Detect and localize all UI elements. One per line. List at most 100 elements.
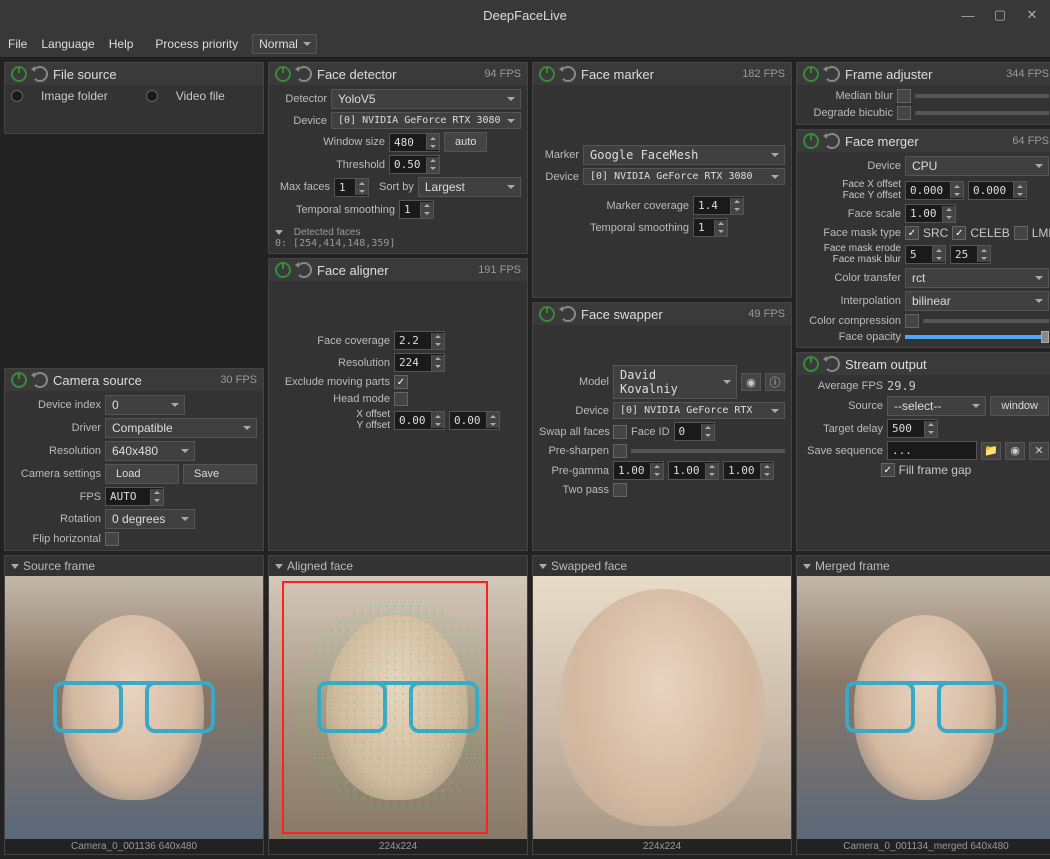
folder-icon[interactable]: 📁	[981, 442, 1001, 460]
gamma3-spinner[interactable]	[723, 461, 774, 480]
presharpen-slider[interactable]	[631, 449, 785, 453]
power-icon[interactable]	[803, 356, 819, 372]
scale-spinner[interactable]	[905, 204, 956, 223]
reset-icon[interactable]	[32, 372, 48, 388]
swapall-checkbox[interactable]	[613, 425, 627, 439]
swapper-device-dropdown[interactable]: [0] NVIDIA GeForce RTX	[613, 402, 785, 419]
fillgap-checkbox[interactable]	[881, 463, 895, 477]
power-icon[interactable]	[11, 372, 27, 388]
lmrks-checkbox[interactable]	[1014, 226, 1028, 240]
aligned-face-header[interactable]: Aligned face	[269, 556, 527, 576]
delay-spinner[interactable]	[887, 419, 938, 438]
menu-file[interactable]: File	[8, 37, 27, 51]
power-icon[interactable]	[275, 262, 291, 278]
src-checkbox[interactable]	[905, 226, 919, 240]
camera-source-title: Camera source	[53, 373, 215, 388]
erode-spinner[interactable]	[905, 245, 946, 264]
opacity-slider[interactable]	[905, 335, 1049, 339]
celeb-checkbox[interactable]	[952, 226, 966, 240]
marker-coverage-spinner[interactable]	[693, 196, 744, 215]
power-icon[interactable]	[275, 66, 291, 82]
exclude-checkbox[interactable]	[394, 375, 408, 389]
blur-spinner[interactable]	[950, 245, 991, 264]
driver-dropdown[interactable]: Compatible	[105, 418, 257, 438]
menu-language[interactable]: Language	[41, 37, 94, 51]
xoff-spinner[interactable]	[394, 411, 445, 430]
menu-help[interactable]: Help	[109, 37, 134, 51]
merger-yoff-spinner[interactable]	[968, 181, 1027, 200]
merger-device-dropdown[interactable]: CPU	[905, 156, 1049, 176]
swapped-face-header[interactable]: Swapped face	[533, 556, 791, 576]
rotation-dropdown[interactable]: 0 degrees	[105, 509, 195, 529]
power-icon[interactable]	[539, 306, 555, 322]
head-checkbox[interactable]	[394, 392, 408, 406]
marker-device-dropdown[interactable]: [0] NVIDIA GeForce RTX 3080	[583, 168, 785, 185]
stream-source-dropdown[interactable]: --select--	[887, 396, 986, 416]
compress-slider[interactable]	[923, 319, 1049, 323]
priority-dropdown[interactable]: Normal	[252, 34, 317, 54]
reset-icon[interactable]	[824, 133, 840, 149]
model-dropdown[interactable]: David Kovalniy	[613, 365, 737, 399]
close-icon[interactable]: ✕	[1029, 442, 1049, 460]
flip-checkbox[interactable]	[105, 532, 119, 546]
detector-dropdown[interactable]: YoloV5	[331, 89, 521, 109]
minimize-icon[interactable]: —	[958, 5, 978, 25]
eye-icon[interactable]: ◉	[741, 373, 761, 391]
source-frame-header[interactable]: Source frame	[5, 556, 263, 576]
degrade-slider[interactable]	[915, 111, 1049, 115]
reset-icon[interactable]	[824, 66, 840, 82]
coverage-spinner[interactable]	[394, 331, 445, 350]
menubar: File Language Help Process priority Norm…	[0, 30, 1050, 58]
fps-spinner[interactable]	[105, 487, 164, 506]
temporal-spinner[interactable]	[399, 200, 434, 219]
save-button[interactable]: Save	[183, 464, 257, 484]
power-icon[interactable]	[803, 66, 819, 82]
aligner-resolution-spinner[interactable]	[394, 353, 445, 372]
close-icon[interactable]: ✕	[1022, 5, 1042, 25]
auto-button[interactable]: auto	[444, 132, 487, 152]
median-checkbox[interactable]	[897, 89, 911, 103]
power-icon[interactable]	[539, 66, 555, 82]
video-file-radio[interactable]	[146, 90, 158, 102]
gamma1-spinner[interactable]	[613, 461, 664, 480]
window-size-spinner[interactable]	[389, 133, 440, 152]
degrade-checkbox[interactable]	[897, 106, 911, 120]
reset-icon[interactable]	[296, 66, 312, 82]
power-icon[interactable]	[11, 66, 27, 82]
faceid-spinner[interactable]	[674, 422, 715, 441]
twopass-checkbox[interactable]	[613, 483, 627, 497]
colortransfer-dropdown[interactable]: rct	[905, 268, 1049, 288]
detector-device-dropdown[interactable]: [0] NVIDIA GeForce RTX 3080	[331, 112, 521, 129]
info-icon[interactable]: ⓘ	[765, 373, 785, 391]
merger-xoff-spinner[interactable]	[905, 181, 964, 200]
power-icon[interactable]	[803, 133, 819, 149]
face-marker-title: Face marker	[581, 67, 737, 82]
camera-resolution-dropdown[interactable]: 640x480	[105, 441, 195, 461]
gamma2-spinner[interactable]	[668, 461, 719, 480]
reset-icon[interactable]	[560, 66, 576, 82]
chevron-down-icon	[539, 564, 547, 569]
reset-icon[interactable]	[560, 306, 576, 322]
window-button[interactable]: window	[990, 396, 1049, 416]
adjuster-fps: 344 FPS	[1006, 68, 1049, 80]
marker-dropdown[interactable]: Google FaceMesh	[583, 145, 785, 165]
reset-icon[interactable]	[32, 66, 48, 82]
median-slider[interactable]	[915, 94, 1049, 98]
yoff-spinner[interactable]	[449, 411, 500, 430]
load-button[interactable]: Load	[105, 464, 179, 484]
maximize-icon[interactable]: ▢	[990, 5, 1010, 25]
image-folder-radio[interactable]	[11, 90, 23, 102]
eye-icon[interactable]: ◉	[1005, 442, 1025, 460]
merged-frame-header[interactable]: Merged frame	[797, 556, 1050, 576]
reset-icon[interactable]	[824, 356, 840, 372]
reset-icon[interactable]	[296, 262, 312, 278]
compress-checkbox[interactable]	[905, 314, 919, 328]
seq-path[interactable]: ...	[887, 441, 977, 460]
interp-dropdown[interactable]: bilinear	[905, 291, 1049, 311]
threshold-spinner[interactable]	[389, 155, 440, 174]
device-index-dropdown[interactable]: 0	[105, 395, 185, 415]
sort-dropdown[interactable]: Largest	[418, 177, 521, 197]
presharpen-checkbox[interactable]	[613, 444, 627, 458]
marker-temporal-spinner[interactable]	[693, 218, 728, 237]
max-faces-spinner[interactable]	[334, 178, 369, 197]
